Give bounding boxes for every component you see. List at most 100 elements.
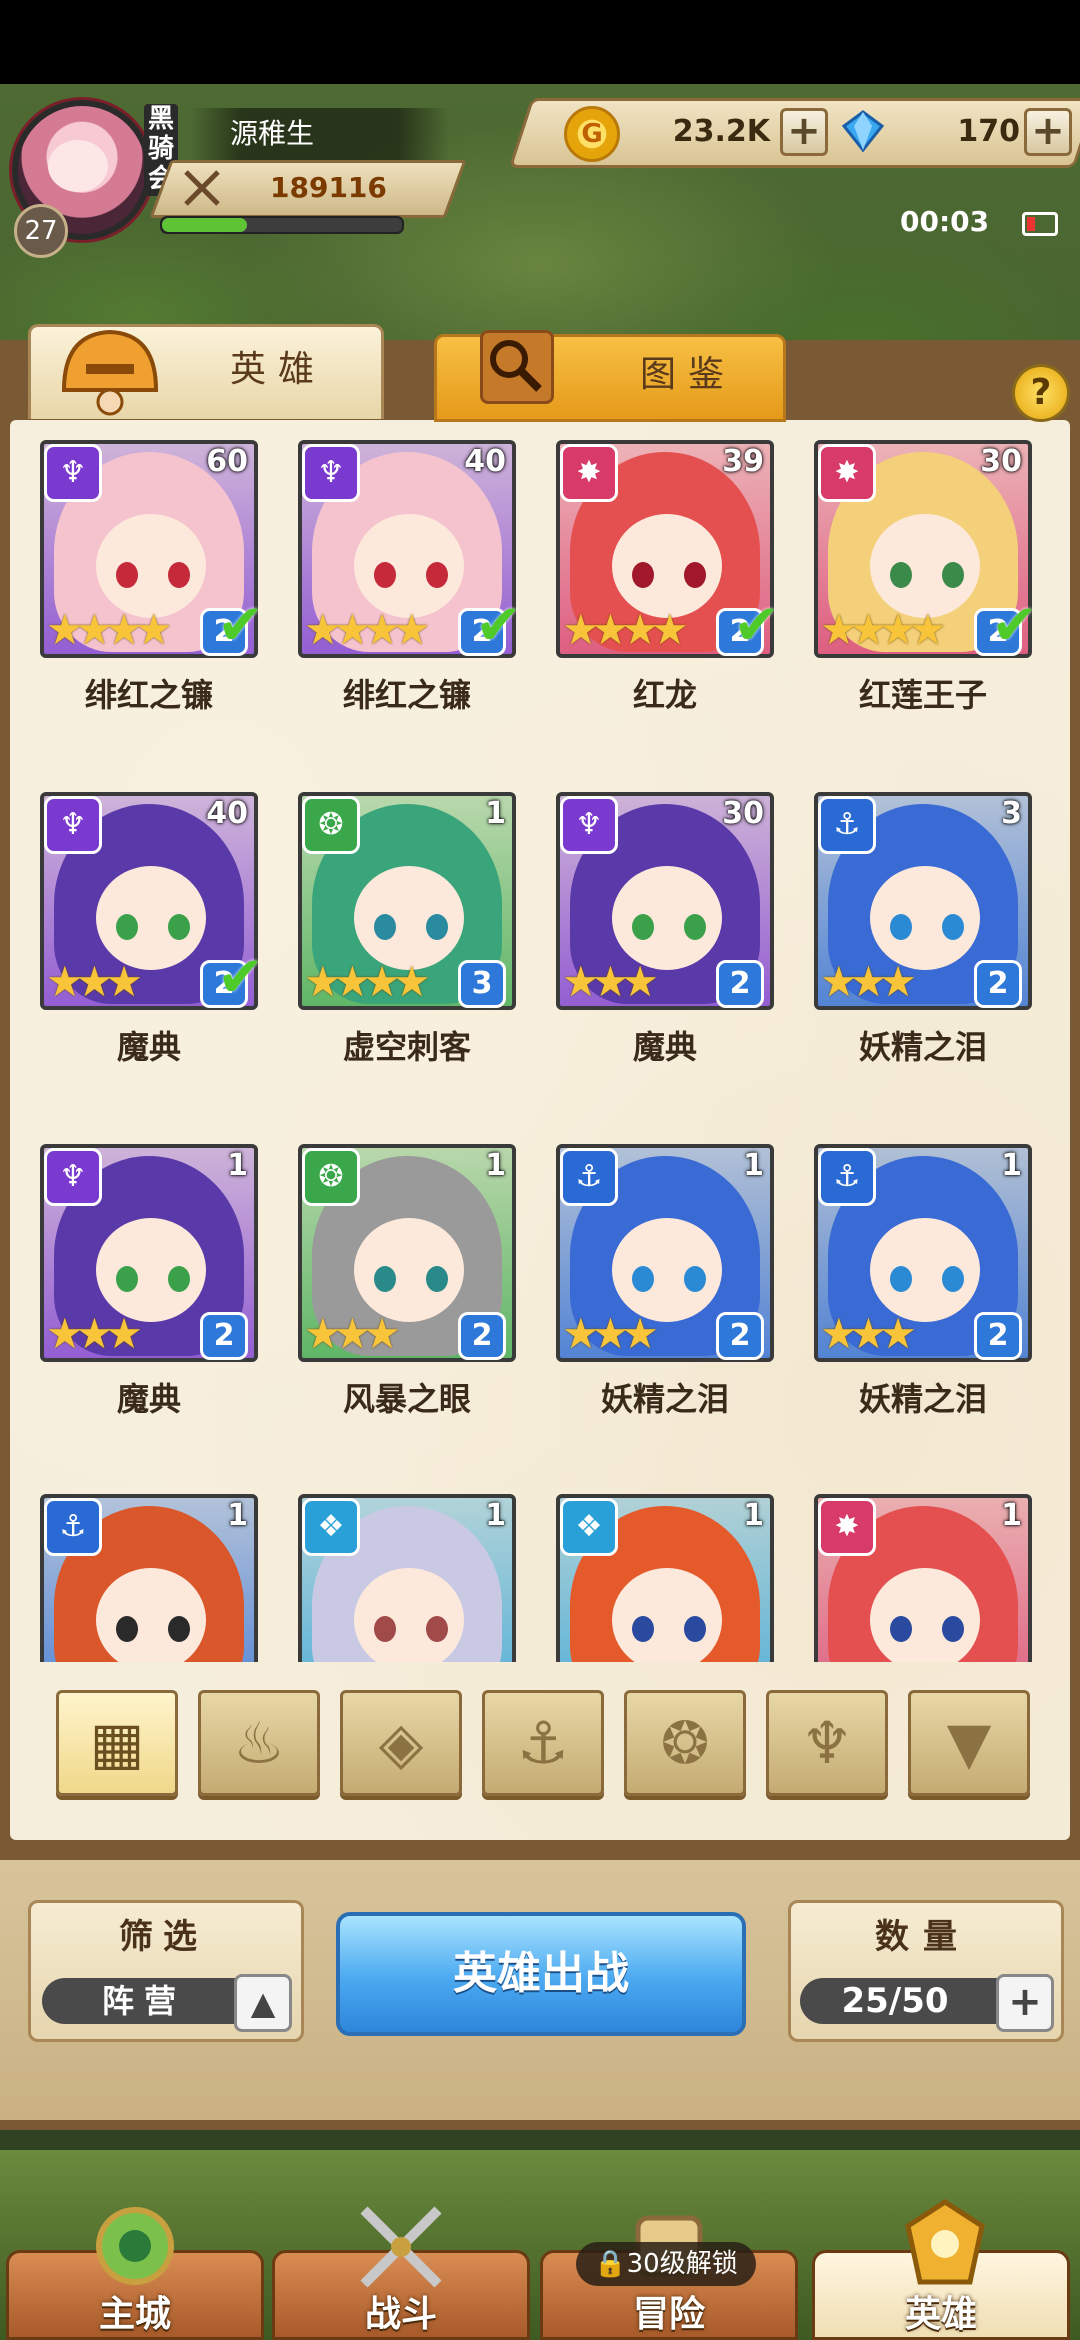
help-button[interactable]: ? — [1012, 364, 1070, 422]
hero-eye — [632, 914, 654, 940]
hero-eye — [890, 1616, 912, 1642]
hero-card[interactable]: ⚓ 1 — [40, 1484, 258, 1662]
demon-faction-icon: ♆ — [560, 796, 618, 854]
expand-capacity-button[interactable]: + — [996, 1974, 1054, 2032]
hero-card[interactable]: ❖ 1 — [298, 1484, 516, 1662]
avatar-face — [48, 140, 108, 192]
hero-name: 妖精之泪 — [600, 1380, 729, 1418]
filter-beast-button[interactable]: ❂ — [624, 1690, 746, 1796]
hero-eye — [168, 562, 190, 588]
hero-eye — [942, 1266, 964, 1292]
add-gold-button[interactable]: + — [780, 108, 828, 156]
hero-card[interactable]: ♆ 60 ★★★★ 2 ✔ 绯红之镰 — [40, 430, 264, 714]
hero-rank-badge: 2 — [974, 1312, 1022, 1360]
hero-face — [612, 866, 722, 970]
filter-void-button[interactable]: ▼ — [908, 1690, 1030, 1796]
gem-value: 170 — [957, 114, 1020, 149]
crystal-faction-icon: ❖ — [560, 1498, 618, 1556]
hero-eye — [374, 1616, 396, 1642]
hero-eye — [116, 562, 138, 588]
hero-face — [870, 1218, 980, 1322]
hero-card[interactable]: ✸ 39 ★★★★ 2 ✔ 红龙 — [556, 430, 780, 714]
sea-faction-icon: ⚓ — [560, 1148, 618, 1206]
hero-eye — [632, 562, 654, 588]
hero-eye — [684, 1266, 706, 1292]
hero-level: 30 — [722, 796, 764, 831]
hero-card[interactable]: ✸ 1 — [814, 1484, 1032, 1662]
hero-card[interactable]: ♆ 40 ★★★ 2 ✔ 魔典 — [40, 782, 264, 1066]
hero-card[interactable]: ♆ 40 ★★★★ 2 ✔ 绯红之镰 — [298, 430, 522, 714]
hero-card[interactable]: ⚓ 1 ★★★ 2 妖精之泪 — [814, 1134, 1032, 1418]
adventure-lock-label: 🔒30级解锁 — [576, 2242, 756, 2286]
deploy-heroes-button[interactable]: 英雄出战 — [336, 1912, 746, 2036]
count-label: 数量 — [875, 1917, 971, 1957]
hero-level: 1 — [227, 1148, 248, 1183]
hero-eye — [890, 914, 912, 940]
hero-eye — [890, 1266, 912, 1292]
tab-codex-label: 图鉴 — [640, 354, 737, 395]
hero-rank-badge: 2 — [200, 1312, 248, 1360]
tab-heroes-label: 英雄 — [230, 349, 327, 390]
deployed-check-icon: ✔ — [733, 593, 780, 658]
hero-face — [612, 514, 722, 618]
hero-face — [354, 1568, 464, 1662]
hero-name: 红龙 — [632, 676, 697, 714]
hero-eye — [116, 1266, 138, 1292]
hero-stars: ★★★★ — [304, 605, 431, 654]
hero-eye — [684, 914, 706, 940]
hero-card[interactable]: ✸ 30 ★★★★ 2 ✔ 红莲王子 — [814, 430, 1038, 714]
hero-crest-icon — [905, 2199, 985, 2285]
hero-level: 1 — [743, 1498, 764, 1533]
hero-card[interactable]: ❖ 1 — [556, 1484, 774, 1662]
hero-name: 魔典 — [116, 1028, 181, 1066]
hero-eye — [374, 562, 396, 588]
hero-eye — [168, 914, 190, 940]
hero-card[interactable]: ⚓ 3 ★★★ 2 妖精之泪 — [814, 782, 1032, 1066]
demon-faction-icon: ♆ — [44, 796, 102, 854]
chevron-up-icon[interactable]: ▲ — [234, 1974, 292, 2032]
gold-value: 23.2K — [672, 114, 770, 149]
castle-icon — [96, 2207, 174, 2285]
exp-fill — [162, 218, 247, 232]
nav-main-city-label: 主城 — [98, 2294, 171, 2335]
hero-stars: ★★★★ — [820, 605, 947, 654]
hero-face — [612, 1218, 722, 1322]
hero-level: 1 — [1001, 1498, 1022, 1533]
filter-demon-button[interactable]: ♆ — [766, 1690, 888, 1796]
hero-eye — [116, 1616, 138, 1642]
hero-card[interactable]: ♆ 1 ★★★ 2 魔典 — [40, 1134, 258, 1418]
hero-eye — [890, 562, 912, 588]
filter-fire-button[interactable]: ♨ — [198, 1690, 320, 1796]
hero-level: 1 — [227, 1498, 248, 1533]
hero-face — [96, 1568, 206, 1662]
hero-rank-badge: 3 — [458, 960, 506, 1008]
hero-rank-badge: 2 — [458, 1312, 506, 1360]
hero-face — [96, 866, 206, 970]
hero-card[interactable]: ♆ 30 ★★★ 2 魔典 — [556, 782, 774, 1066]
beast-faction-icon: ❂ — [302, 1148, 360, 1206]
filter-all-button[interactable]: ▦ — [56, 1690, 178, 1796]
hero-card[interactable]: ❂ 1 ★★★★ 3 虚空刺客 — [298, 782, 516, 1066]
hero-level: 1 — [485, 1148, 506, 1183]
hero-name: 妖精之泪 — [858, 1028, 987, 1066]
status-bar — [0, 0, 1080, 84]
hero-stars: ★★★ — [304, 1309, 401, 1358]
hero-level: 1 — [485, 1498, 506, 1533]
hero-stars: ★★★★ — [304, 957, 431, 1006]
crystal-faction-icon: ❖ — [302, 1498, 360, 1556]
fire-faction-icon: ✸ — [818, 1498, 876, 1556]
hero-face — [96, 514, 206, 618]
hero-name: 虚空刺客 — [342, 1028, 471, 1066]
hero-level: 40 — [464, 444, 506, 479]
nav-battle-label: 战斗 — [364, 2294, 437, 2335]
hero-card[interactable]: ⚓ 1 ★★★ 2 妖精之泪 — [556, 1134, 774, 1418]
filter-crystal-button[interactable]: ◈ — [340, 1690, 462, 1796]
hero-eye — [632, 1266, 654, 1292]
helmet-icon — [61, 329, 159, 416]
player-name: 源稚生 — [190, 108, 450, 160]
hero-stars: ★★★ — [562, 957, 659, 1006]
hero-card[interactable]: ❂ 1 ★★★ 2 风暴之眼 — [298, 1134, 516, 1418]
add-gems-button[interactable]: + — [1024, 108, 1072, 156]
filter-sea-button[interactable]: ⚓ — [482, 1690, 604, 1796]
hero-level: 39 — [722, 444, 764, 479]
